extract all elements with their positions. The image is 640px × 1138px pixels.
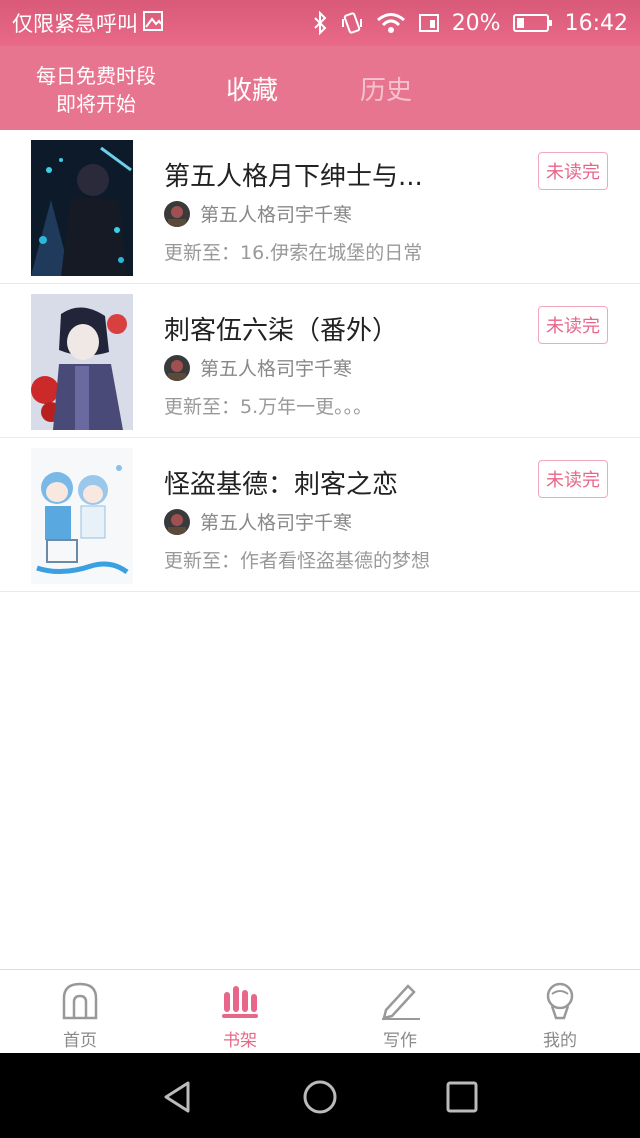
status-bar: 仅限紧急呼叫 20% 16:42	[0, 0, 640, 46]
author-avatar	[164, 200, 190, 227]
vibrate-icon	[340, 11, 364, 35]
sim-icon	[418, 12, 440, 34]
bookshelf-icon	[220, 980, 260, 1020]
book-item[interactable]: 怪盗基德：刺客之恋 第五人格司宇千寒 更新至：作者看怪盗基德的梦想 未读完	[0, 438, 640, 592]
book-item[interactable]: 第五人格月下绅士与... 第五人格司宇千寒 更新至：16.伊索在城堡的日常 未读…	[0, 130, 640, 284]
home-circle-icon[interactable]	[302, 1079, 338, 1119]
nav-home[interactable]: 首页	[0, 970, 160, 1054]
author-avatar	[164, 508, 190, 535]
carrier-text: 仅限紧急呼叫	[12, 12, 138, 36]
bluetooth-icon	[312, 11, 328, 35]
author-name: 第五人格司宇千寒	[200, 358, 353, 380]
nav-home-label: 首页	[63, 1031, 97, 1051]
bottom-nav: 首页 书架 写作 我的	[0, 969, 640, 1053]
author-row: 第五人格司宇千寒	[164, 508, 352, 535]
battery-percent: 20%	[451, 10, 501, 36]
wifi-icon	[376, 12, 406, 34]
home-icon	[60, 980, 100, 1020]
book-list: 第五人格月下绅士与... 第五人格司宇千寒 更新至：16.伊索在城堡的日常 未读…	[0, 130, 640, 592]
unread-badge: 未读完	[538, 460, 608, 498]
clock: 16:42	[564, 10, 628, 36]
book-cover	[31, 294, 133, 430]
book-title: 怪盗基德：刺客之恋	[164, 470, 399, 500]
battery-icon	[512, 12, 553, 34]
update-info: 更新至：5.万年一更。。。	[164, 396, 373, 418]
recents-icon[interactable]	[444, 1079, 480, 1119]
book-cover	[31, 448, 133, 584]
status-left: 仅限紧急呼叫	[12, 8, 164, 38]
unread-badge: 未读完	[538, 152, 608, 190]
author-name: 第五人格司宇千寒	[200, 512, 353, 534]
update-info: 更新至：16.伊索在城堡的日常	[164, 242, 423, 264]
back-icon[interactable]	[160, 1079, 196, 1119]
free-period-line2: 即将开始	[56, 92, 136, 116]
book-item[interactable]: 刺客伍六柒（番外） 第五人格司宇千寒 更新至：5.万年一更。。。 未读完	[0, 284, 640, 438]
update-info: 更新至：作者看怪盗基德的梦想	[164, 550, 431, 572]
nav-bookshelf-label: 书架	[223, 1031, 257, 1051]
nav-write[interactable]: 写作	[320, 970, 480, 1054]
app-header: 每日免费时段 即将开始 收藏 历史	[0, 46, 640, 130]
book-title: 第五人格月下绅士与...	[164, 162, 423, 192]
free-period-line1: 每日免费时段	[36, 64, 156, 88]
book-title: 刺客伍六柒（番外）	[164, 316, 399, 346]
nav-write-label: 写作	[383, 1031, 417, 1051]
tab-history[interactable]: 历史	[360, 70, 412, 107]
book-cover	[31, 140, 133, 276]
author-avatar	[164, 354, 190, 381]
status-right: 20% 16:42	[312, 11, 628, 36]
pencil-icon	[378, 980, 422, 1020]
unread-badge: 未读完	[538, 306, 608, 344]
free-period-button[interactable]: 每日免费时段 即将开始	[18, 62, 174, 118]
tab-favorites[interactable]: 收藏	[226, 70, 278, 107]
author-name: 第五人格司宇千寒	[200, 204, 353, 226]
author-row: 第五人格司宇千寒	[164, 354, 352, 381]
nav-me-label: 我的	[543, 1031, 577, 1051]
author-row: 第五人格司宇千寒	[164, 200, 352, 227]
image-icon	[142, 10, 164, 37]
nav-me[interactable]: 我的	[480, 970, 640, 1054]
nav-bookshelf[interactable]: 书架	[160, 970, 320, 1054]
system-nav-bar	[0, 1053, 640, 1138]
profile-icon	[540, 980, 580, 1020]
